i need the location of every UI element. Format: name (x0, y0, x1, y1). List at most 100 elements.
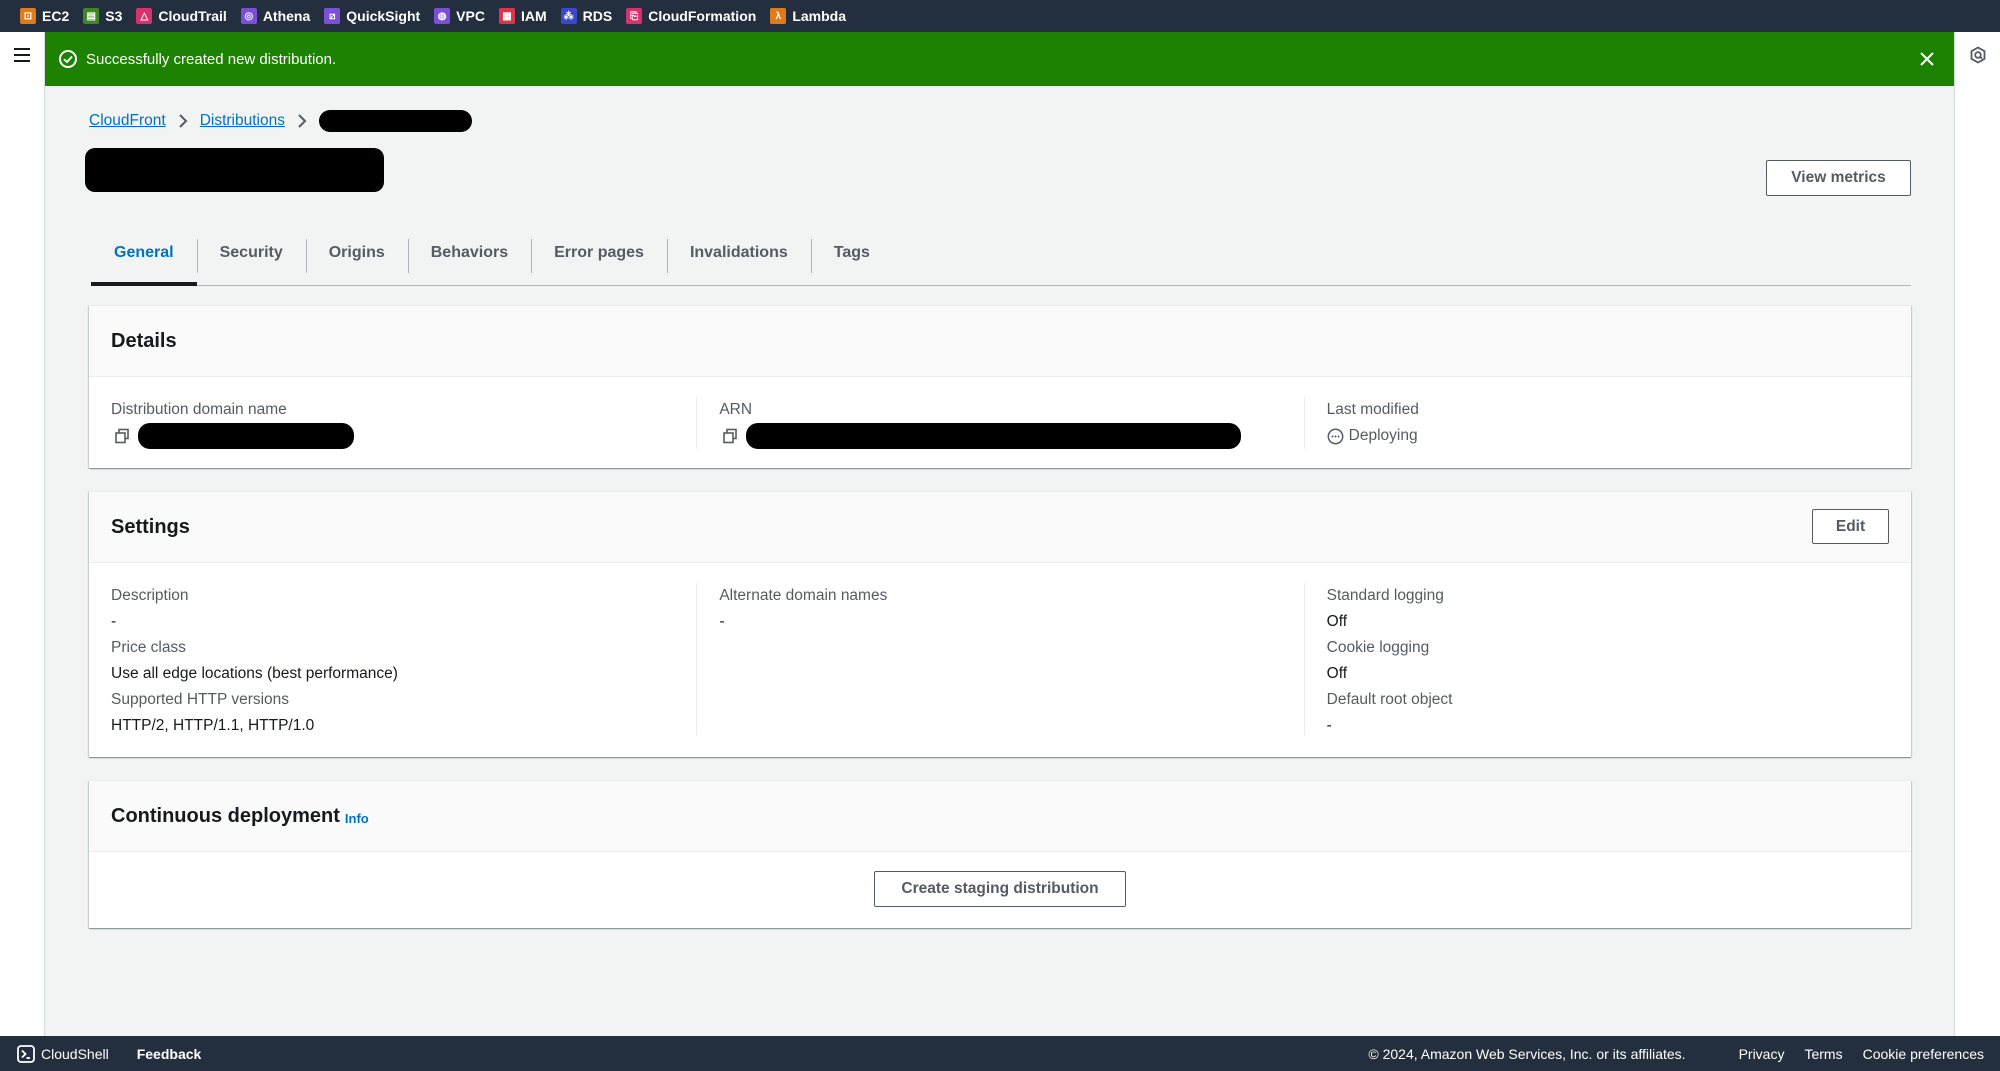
left-navigation-rail (0, 32, 45, 1036)
settings-panel: Settings Edit Description - Price class … (89, 491, 1911, 757)
last-modified-label: Last modified (1326, 401, 1419, 418)
terms-link[interactable]: Terms (1804, 1046, 1842, 1062)
settings-header: Settings Edit (89, 492, 1911, 563)
service-label: QuickSight (346, 8, 421, 24)
tab-label: Behaviors (430, 244, 509, 261)
vpc-icon: ◍ (434, 8, 451, 24)
tab-label: Tags (833, 244, 870, 261)
tab-tags[interactable]: Tags (810, 233, 893, 285)
service-link-cloudformation[interactable]: ⎘ CloudFormation (626, 8, 756, 24)
arn-redacted (746, 423, 1242, 449)
tab-label: Security (219, 244, 283, 261)
in-progress-icon (1327, 428, 1344, 444)
breadcrumb-current-redacted (318, 110, 472, 132)
tab-error-pages[interactable]: Error pages (531, 233, 667, 285)
arn-column: ARN (696, 397, 1303, 449)
s3-icon: ▤ (83, 8, 100, 24)
lambda-icon: λ (770, 8, 787, 24)
continuous-deployment-panel: Continuous deployment Info Create stagin… (89, 780, 1911, 928)
service-link-vpc[interactable]: ◍ VPC (434, 8, 485, 24)
breadcrumb-cloudfront[interactable]: CloudFront (89, 112, 166, 130)
domain-name-label: Distribution domain name (111, 401, 287, 418)
cloudshell-icon (17, 1044, 35, 1063)
cloudformation-icon: ⎘ (626, 8, 643, 24)
service-link-athena[interactable]: ◎ Athena (240, 8, 311, 24)
details-title: Details (111, 329, 177, 352)
service-label: Athena (262, 8, 311, 24)
cookie-logging-label: Cookie logging (1326, 639, 1430, 656)
tab-label: Invalidations (689, 244, 788, 261)
tab-security[interactable]: Security (196, 233, 306, 285)
services-favorites-bar: ⊡ EC2 ▤ S3 △ CloudTrail ◎ Athena ⧄ QuickSight… (0, 0, 2000, 32)
ec2-icon: ⊡ (20, 8, 36, 24)
copy-icon[interactable] (114, 428, 130, 444)
settings-column-3: Standard logging Off Cookie logging Off … (1303, 583, 1911, 735)
iam-icon: ▦ (498, 8, 515, 24)
info-link[interactable]: Info (345, 811, 369, 826)
service-link-s3[interactable]: ▤ S3 (83, 8, 122, 24)
continuous-deployment-title: Continuous deployment (111, 804, 340, 827)
cloudshell-label: CloudShell (41, 1045, 109, 1062)
price-class-label: Price class (111, 639, 186, 656)
view-metrics-button[interactable]: View metrics (1766, 160, 1911, 196)
chevron-right-icon (178, 114, 188, 128)
privacy-link[interactable]: Privacy (1739, 1046, 1785, 1062)
cloudtrail-icon: △ (136, 8, 153, 24)
standard-logging-value: Off (1326, 613, 1348, 630)
service-link-quicksight[interactable]: ⧄ QuickSight (324, 8, 420, 24)
domain-name-redacted (138, 423, 354, 449)
service-link-cloudtrail[interactable]: △ CloudTrail (136, 8, 227, 24)
last-modified-column: Last modified Deploying (1303, 397, 1911, 449)
service-link-iam[interactable]: ▦ IAM (498, 8, 547, 24)
http-versions-value: HTTP/2, HTTP/1.1, HTTP/1.0 (111, 717, 315, 734)
breadcrumb: CloudFront Distributions (89, 110, 472, 132)
settings-column-2: Alternate domain names - (696, 583, 1303, 735)
menu-icon[interactable] (14, 48, 30, 62)
continuous-deployment-header: Continuous deployment Info (89, 781, 1911, 852)
settings-column-1: Description - Price class Use all edge l… (89, 583, 696, 735)
service-link-rds[interactable]: ⁂ RDS (560, 8, 613, 24)
tab-behaviors[interactable]: Behaviors (407, 233, 531, 285)
success-check-icon (59, 50, 77, 68)
default-root-object-label: Default root object (1326, 691, 1453, 708)
service-label: S3 (105, 8, 123, 24)
tab-label: General (114, 244, 174, 261)
service-label: VPC (456, 8, 485, 24)
alternate-domains-value: - (719, 613, 725, 630)
cookie-preferences-link[interactable]: Cookie preferences (1863, 1046, 1984, 1062)
service-label: RDS (582, 8, 613, 24)
service-link-ec2[interactable]: ⊡ EC2 (20, 8, 69, 24)
arn-label: ARN (719, 401, 753, 418)
domain-name-column: Distribution domain name (89, 397, 696, 449)
breadcrumb-distributions[interactable]: Distributions (200, 112, 285, 130)
success-flash-banner: Successfully created new distribution. (45, 32, 1954, 86)
service-label: IAM (520, 8, 547, 24)
tab-invalidations[interactable]: Invalidations (666, 233, 811, 285)
settings-title: Settings (111, 515, 190, 538)
console-footer: CloudShell Feedback © 2024, Amazon Web S… (0, 1036, 2000, 1071)
service-label: EC2 (42, 8, 70, 24)
tab-origins[interactable]: Origins (305, 233, 408, 285)
tools-help-icon[interactable] (1969, 46, 1987, 64)
page-title-redacted (85, 148, 384, 192)
copy-icon[interactable] (722, 428, 738, 444)
details-panel: Details Distribution domain name ARN Las… (89, 305, 1911, 468)
rds-icon: ⁂ (560, 8, 577, 24)
alternate-domains-label: Alternate domain names (719, 587, 888, 604)
right-tools-rail (1954, 32, 2000, 1036)
standard-logging-label: Standard logging (1326, 587, 1444, 604)
cookie-logging-value: Off (1326, 665, 1348, 682)
tab-general[interactable]: General (91, 233, 197, 286)
copyright-text: © 2024, Amazon Web Services, Inc. or its… (1368, 1045, 1686, 1062)
quicksight-icon: ⧄ (324, 8, 341, 24)
service-label: Lambda (792, 8, 846, 24)
default-root-object-value: - (1326, 717, 1332, 734)
deployment-status: Deploying (1348, 427, 1418, 444)
cloudshell-button[interactable]: CloudShell (17, 1044, 109, 1063)
close-icon[interactable] (1916, 48, 1938, 70)
service-link-lambda[interactable]: λ Lambda (770, 8, 846, 24)
feedback-link[interactable]: Feedback (137, 1046, 202, 1062)
create-staging-distribution-button[interactable]: Create staging distribution (874, 871, 1126, 907)
edit-settings-button[interactable]: Edit (1812, 509, 1889, 544)
tab-label: Origins (328, 244, 385, 261)
